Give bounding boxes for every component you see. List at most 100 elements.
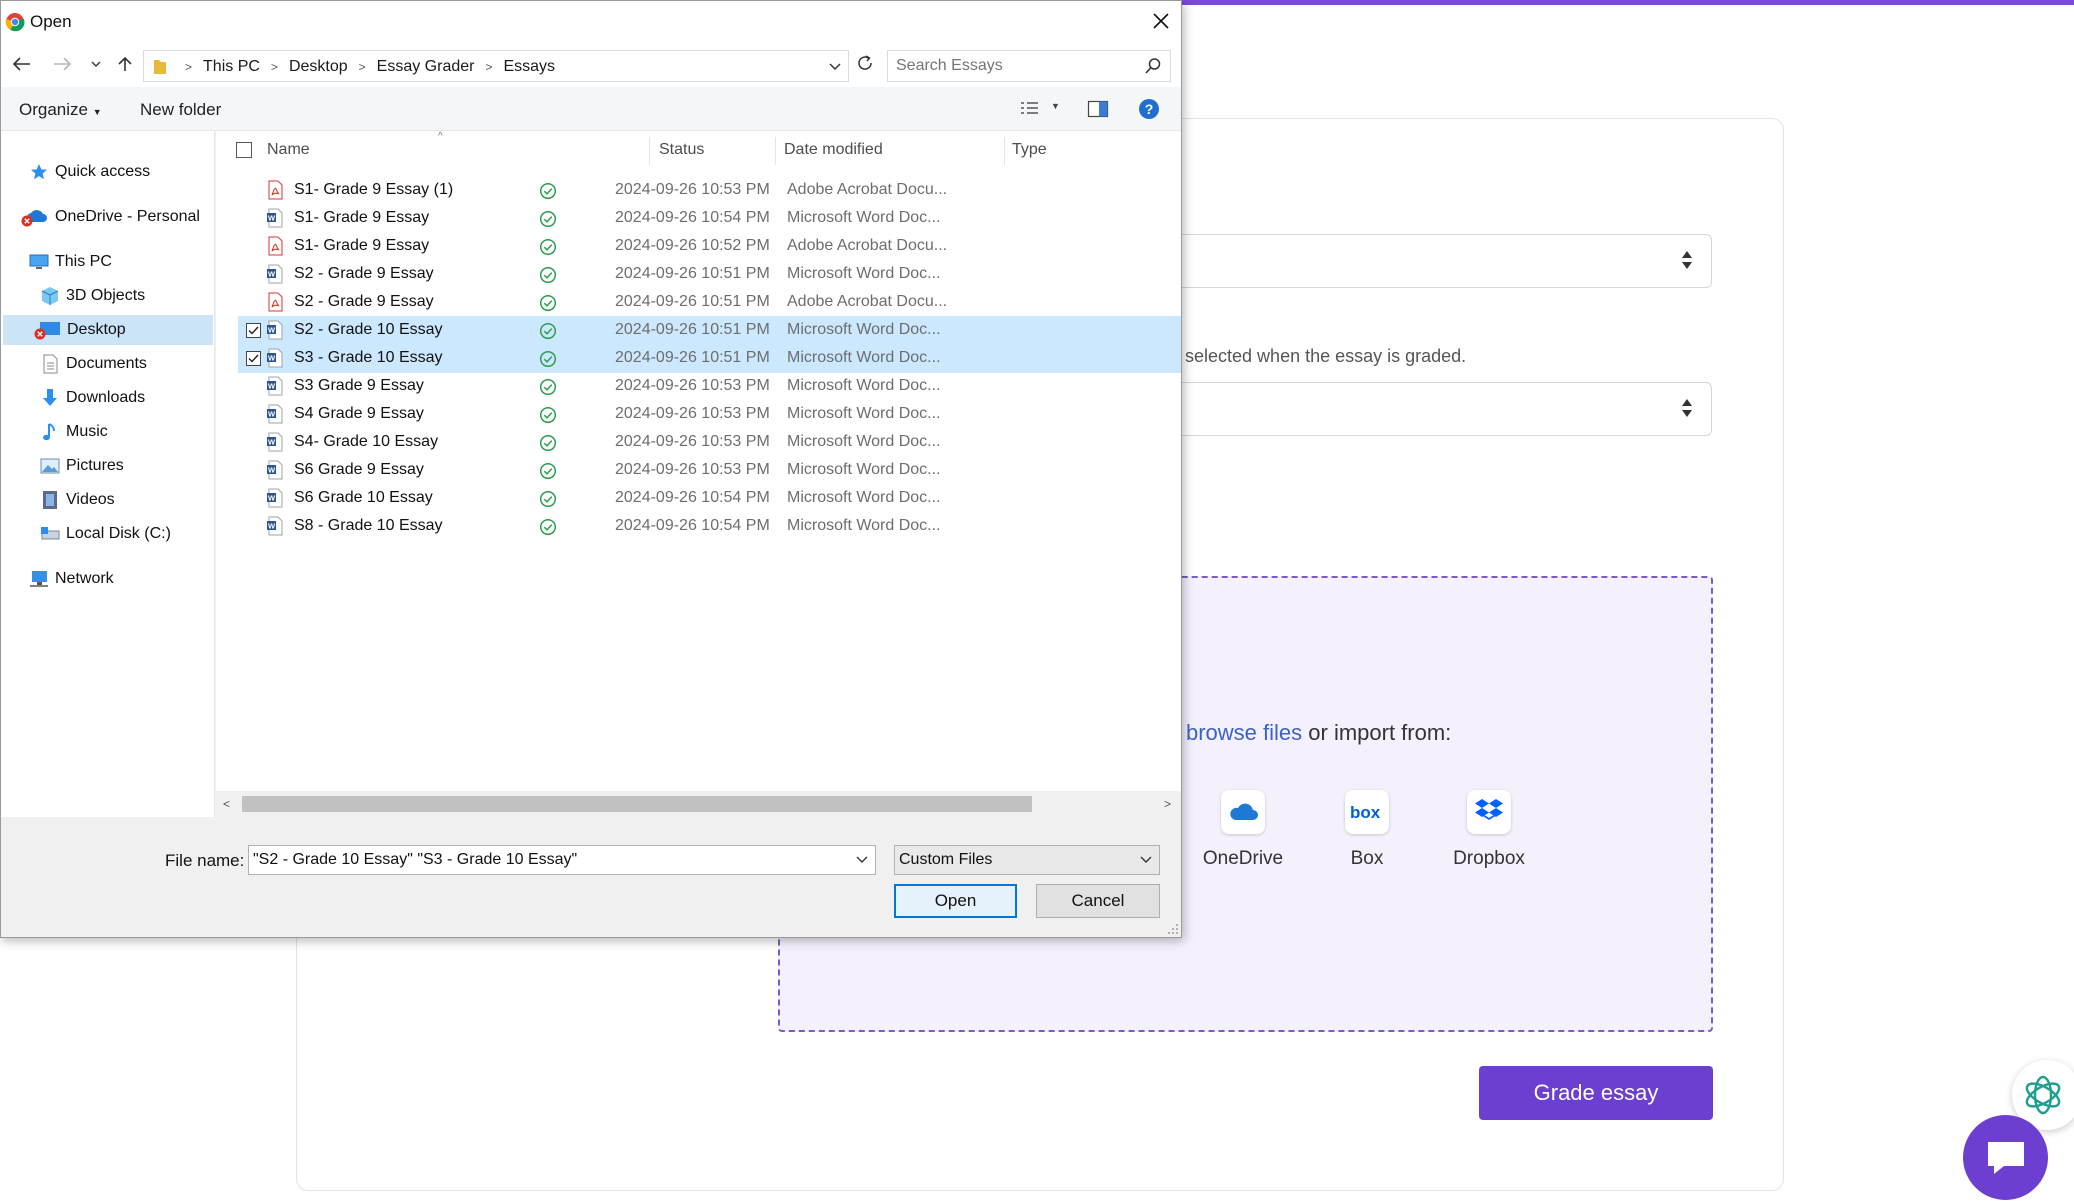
back-arrow-icon[interactable] [11,53,33,75]
nav-quick-access[interactable]: Quick access [29,157,150,187]
sort-ascending-icon: ^ [438,131,443,142]
music-icon [40,422,60,442]
table-row[interactable]: S1- Grade 9 Essay 2024-09-26 10:52 PM Adob… [238,232,1181,261]
table-row[interactable]: S1- Grade 9 Essay (1) 2024-09-26 10:53 PM… [238,176,1181,205]
nav-label: This PC [55,253,112,270]
search-input[interactable] [896,56,1136,76]
breadcrumb-essay-grader[interactable]: Essay Grader [377,58,475,76]
table-row[interactable]: W S6 Grade 9 Essay 2024-09-26 10:53 PM Micr… [238,456,1181,485]
table-row[interactable]: W S6 Grade 10 Essay 2024-09-26 10:54 PM Mic… [238,484,1181,513]
nav-videos[interactable]: Videos [40,485,115,515]
nav-documents[interactable]: Documents [40,349,147,379]
file-date-modified: 2024-09-26 10:52 PM [615,237,770,254]
table-row[interactable]: W S2 - Grade 9 Essay 2024-09-26 10:51 PM Mi… [238,260,1181,289]
column-header-status[interactable]: Status [659,141,704,159]
preview-pane-icon[interactable] [1087,99,1109,119]
scrollbar-thumb[interactable] [242,796,1032,812]
breadcrumb-chevron-icon: > [358,60,366,74]
column-divider[interactable] [649,137,650,165]
rubric-select[interactable] [1100,234,1712,288]
nav-3d-objects[interactable]: 3D Objects [40,281,145,311]
download-icon [40,388,60,408]
resize-grip-icon[interactable] [1167,923,1179,935]
nav-music[interactable]: Music [40,417,108,447]
breadcrumb-desktop[interactable]: Desktop [289,58,348,76]
star-icon [29,162,49,182]
nav-onedrive-personal[interactable]: OneDrive - Personal [19,202,200,232]
dropbox-icon [1467,790,1511,834]
table-row[interactable]: W S4 Grade 9 Essay 2024-09-26 10:53 PM Micr… [238,400,1181,429]
select-all-checkbox[interactable] [236,142,252,158]
word-document-icon: W [266,432,284,457]
file-type: Microsoft Word Doc... [787,461,941,478]
column-header-date-modified[interactable]: Date modified [784,141,883,159]
refresh-icon[interactable] [856,54,874,72]
recent-locations-chevron-icon[interactable] [85,53,107,75]
forward-arrow-icon[interactable] [51,53,73,75]
sync-status-ok-icon [539,238,557,261]
row-checkbox[interactable] [246,323,261,338]
browse-files-link[interactable]: browse files [1186,720,1302,745]
import-box[interactable]: box Box [1307,790,1427,870]
nav-pictures[interactable]: Pictures [40,451,124,481]
nav-desktop[interactable]: Desktop [3,315,213,345]
table-row[interactable]: W S4- Grade 10 Essay 2024-09-26 10:53 PM Mi… [238,428,1181,457]
cancel-button[interactable]: Cancel [1036,884,1160,918]
table-row[interactable]: W S1- Grade 9 Essay 2024-09-26 10:54 PM Mic… [238,204,1181,233]
address-dropdown-icon[interactable] [828,57,842,75]
file-name: S2 - Grade 9 Essay [294,293,434,310]
address-bar[interactable]: > This PC > Desktop > Essay Grader > Ess… [143,50,849,82]
chevron-down-icon[interactable] [855,853,869,867]
horizontal-scrollbar[interactable]: < > [216,791,1181,817]
grade-essay-button[interactable]: Grade essay [1479,1066,1713,1120]
row-checkbox[interactable] [246,351,261,366]
file-type-filter[interactable]: Custom Files [894,845,1160,875]
table-row[interactable]: W S8 - Grade 10 Essay 2024-09-26 10:54 PM M… [238,512,1181,541]
svg-text:W: W [268,354,276,363]
table-row[interactable]: W S3 - Grade 10 Essay 2024-09-26 10:51 PM M… [238,344,1181,373]
open-button[interactable]: Open [894,884,1017,918]
column-divider[interactable] [775,137,776,165]
import-onedrive[interactable]: OneDrive [1183,790,1303,870]
column-header-name[interactable]: Name [267,141,310,159]
grade-level-select[interactable] [1100,382,1712,436]
breadcrumb-this-pc[interactable]: This PC [203,58,260,76]
svg-text:W: W [268,214,276,223]
view-list-icon[interactable] [1019,100,1041,118]
nav-downloads[interactable]: Downloads [40,383,145,413]
file-date-modified: 2024-09-26 10:53 PM [615,461,770,478]
breadcrumb-essays[interactable]: Essays [503,58,555,76]
svg-text:box: box [1350,803,1381,822]
nav-label: Quick access [55,163,151,180]
search-box[interactable] [887,50,1171,82]
svg-text:W: W [268,382,276,391]
file-type: Microsoft Word Doc... [787,433,941,450]
cube-icon [40,286,60,306]
column-header-type[interactable]: Type [1012,141,1047,159]
table-row[interactable]: S2 - Grade 9 Essay 2024-09-26 10:51 PM Ado… [238,288,1181,317]
sync-status-ok-icon [539,322,557,345]
column-divider[interactable] [1004,137,1005,165]
sync-status-ok-icon [539,406,557,429]
nav-local-disk[interactable]: Local Disk (C:) [40,519,171,549]
word-document-icon: W [266,348,284,373]
file-date-modified: 2024-09-26 10:54 PM [615,517,770,534]
svg-text:W: W [268,522,276,531]
nav-this-pc[interactable]: This PC [29,247,112,277]
file-name-field[interactable]: "S2 - Grade 10 Essay" "S3 - Grade 10 Ess… [248,845,876,875]
import-dropbox[interactable]: Dropbox [1429,790,1549,870]
help-icon[interactable]: ? [1138,98,1160,120]
organize-menu[interactable]: Organize ▼ [19,100,102,120]
up-arrow-icon[interactable] [114,53,136,75]
view-options-chevron-icon[interactable]: ▼ [1051,101,1060,111]
close-icon[interactable] [1149,9,1173,33]
table-row[interactable]: W S3 Grade 9 Essay 2024-09-26 10:53 PM Micr… [238,372,1181,401]
scroll-left-icon[interactable]: < [223,797,230,811]
table-row[interactable]: W S2 - Grade 10 Essay 2024-09-26 10:51 PM M… [238,316,1181,345]
new-folder-button[interactable]: New folder [140,100,221,120]
file-name: S1- Grade 9 Essay (1) [294,181,454,198]
nav-network[interactable]: Network [29,564,114,594]
chat-widget-button[interactable] [1963,1115,2048,1200]
svg-text:W: W [268,410,276,419]
scroll-right-icon[interactable]: > [1164,797,1171,811]
